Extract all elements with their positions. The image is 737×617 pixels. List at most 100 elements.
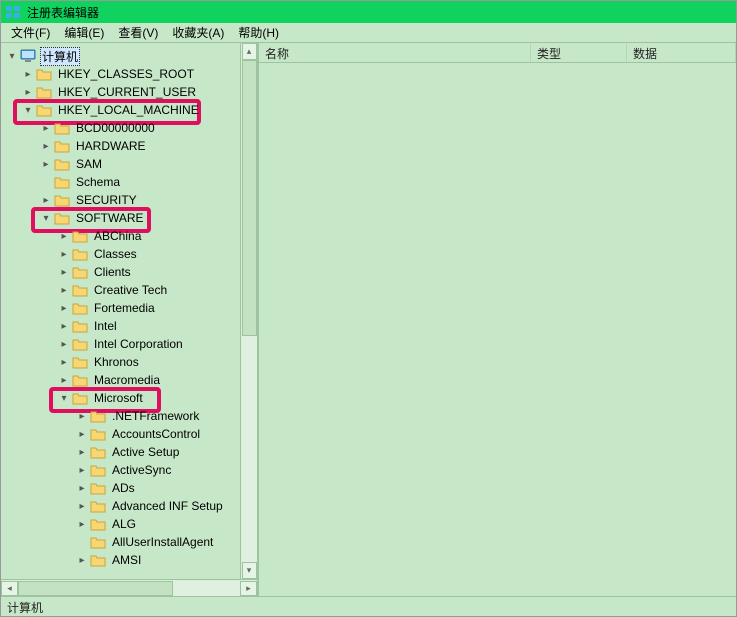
list-pane: 名称 类型 数据 [259, 43, 736, 596]
tree-item-classes[interactable]: ▸ Classes [3, 245, 257, 263]
tree-item-sam[interactable]: ▸ SAM [3, 155, 257, 173]
tree-item-bcd[interactable]: ▸ BCD00000000 [3, 119, 257, 137]
column-data[interactable]: 数据 [627, 43, 736, 62]
expander-icon[interactable]: ▸ [57, 283, 71, 297]
menu-favorites[interactable]: 收藏夹(A) [166, 24, 230, 41]
tree-item-schema[interactable]: ▸ Schema [3, 173, 257, 191]
expander-icon[interactable]: ▸ [75, 427, 89, 441]
tree-item-abchina[interactable]: ▸ ABChina [3, 227, 257, 245]
tree-item-computer[interactable]: ▾ 计算机 [3, 47, 257, 65]
expander-icon[interactable]: ▾ [5, 49, 19, 63]
expander-icon[interactable]: ▸ [57, 319, 71, 333]
tree-item-netframework[interactable]: ▸ .NETFramework [3, 407, 257, 425]
tree-item-alg[interactable]: ▸ ALG [3, 515, 257, 533]
scroll-up-icon[interactable]: ▴ [242, 43, 257, 60]
tree-label: Classes [92, 247, 139, 261]
folder-icon [72, 265, 88, 279]
tree-item-amsi[interactable]: ▸ AMSI [3, 551, 257, 569]
tree-label: SAM [74, 157, 104, 171]
tree-item-hkcr[interactable]: ▸ HKEY_CLASSES_ROOT [3, 65, 257, 83]
tree-item-security[interactable]: ▸ SECURITY [3, 191, 257, 209]
folder-icon [72, 337, 88, 351]
expander-icon[interactable]: ▸ [57, 337, 71, 351]
tree-item-ads[interactable]: ▸ ADs [3, 479, 257, 497]
tree-item-intelcorp[interactable]: ▸ Intel Corporation [3, 335, 257, 353]
expander-icon[interactable]: ▾ [57, 391, 71, 405]
expander-icon[interactable]: ▸ [57, 355, 71, 369]
tree-horizontal-scrollbar[interactable]: ◂ ▸ [1, 579, 257, 596]
expander-icon[interactable]: ▸ [57, 373, 71, 387]
folder-icon [90, 445, 106, 459]
expander-icon[interactable]: ▸ [75, 517, 89, 531]
expander-icon[interactable]: ▸ [75, 409, 89, 423]
scroll-thumb[interactable] [18, 581, 173, 596]
expander-icon[interactable]: ▸ [39, 157, 53, 171]
folder-icon [90, 463, 106, 477]
scroll-track[interactable] [18, 581, 240, 596]
tree-label: Microsoft [92, 391, 145, 405]
expander-icon[interactable]: ▸ [75, 499, 89, 513]
expander-icon[interactable]: ▸ [57, 265, 71, 279]
scroll-right-icon[interactable]: ▸ [240, 581, 257, 596]
tree-label: .NETFramework [110, 409, 201, 423]
folder-icon [72, 373, 88, 387]
expander-icon[interactable]: ▸ [39, 139, 53, 153]
menu-file[interactable]: 文件(F) [5, 24, 56, 41]
expander-icon[interactable]: ▾ [39, 211, 53, 225]
scroll-left-icon[interactable]: ◂ [1, 581, 18, 596]
expander-icon[interactable]: ▾ [21, 103, 35, 117]
tree-item-macromedia[interactable]: ▸ Macromedia [3, 371, 257, 389]
scroll-track[interactable] [242, 60, 257, 562]
app-icon [5, 4, 21, 20]
tree-label: ALG [110, 517, 138, 531]
expander-icon[interactable]: ▸ [39, 193, 53, 207]
tree-item-creativetech[interactable]: ▸ Creative Tech [3, 281, 257, 299]
folder-icon [90, 427, 106, 441]
tree-item-microsoft[interactable]: ▾ Microsoft [3, 389, 257, 407]
tree-scroll[interactable]: ▾ 计算机 ▸ HKEY_CLASSES_ROOT ▸ HKEY_CURRENT… [1, 43, 257, 579]
expander-icon[interactable]: ▸ [39, 121, 53, 135]
tree-label: ADs [110, 481, 137, 495]
tree-item-hardware[interactable]: ▸ HARDWARE [3, 137, 257, 155]
folder-icon [36, 67, 52, 81]
expander-icon[interactable]: ▸ [57, 301, 71, 315]
computer-icon [20, 49, 36, 63]
tree-item-fortemedia[interactable]: ▸ Fortemedia [3, 299, 257, 317]
tree-pane: ▾ 计算机 ▸ HKEY_CLASSES_ROOT ▸ HKEY_CURRENT… [1, 43, 259, 596]
tree-item-activesetup[interactable]: ▸ Active Setup [3, 443, 257, 461]
list-body[interactable] [259, 63, 736, 596]
expander-icon[interactable]: ▸ [75, 445, 89, 459]
tree-item-activesync[interactable]: ▸ ActiveSync [3, 461, 257, 479]
tree-item-khronos[interactable]: ▸ Khronos [3, 353, 257, 371]
tree-label: Macromedia [92, 373, 162, 387]
tree-item-hklm[interactable]: ▾ HKEY_LOCAL_MACHINE [3, 101, 257, 119]
expander-icon[interactable]: ▸ [75, 481, 89, 495]
menubar: 文件(F) 编辑(E) 查看(V) 收藏夹(A) 帮助(H) [1, 23, 736, 43]
column-type[interactable]: 类型 [531, 43, 627, 62]
tree-item-advancedinf[interactable]: ▸ Advanced INF Setup [3, 497, 257, 515]
tree-item-alluserinstallagent[interactable]: ▸ AllUserInstallAgent [3, 533, 257, 551]
tree-label: Creative Tech [92, 283, 169, 297]
tree-item-intel[interactable]: ▸ Intel [3, 317, 257, 335]
tree-label: ABChina [92, 229, 143, 243]
menu-help[interactable]: 帮助(H) [232, 24, 285, 41]
folder-icon [90, 409, 106, 423]
tree-vertical-scrollbar[interactable]: ▴ ▾ [240, 43, 257, 579]
tree-item-accountscontrol[interactable]: ▸ AccountsControl [3, 425, 257, 443]
scroll-down-icon[interactable]: ▾ [242, 562, 257, 579]
tree-item-clients[interactable]: ▸ Clients [3, 263, 257, 281]
tree-item-software[interactable]: ▾ SOFTWARE [3, 209, 257, 227]
expander-icon[interactable]: ▸ [75, 553, 89, 567]
expander-icon[interactable]: ▸ [57, 229, 71, 243]
expander-icon[interactable]: ▸ [21, 67, 35, 81]
expander-icon[interactable]: ▸ [57, 247, 71, 261]
tree-item-hkcu[interactable]: ▸ HKEY_CURRENT_USER [3, 83, 257, 101]
expander-icon[interactable]: ▸ [21, 85, 35, 99]
scroll-thumb[interactable] [242, 60, 257, 336]
titlebar[interactable]: 注册表编辑器 [1, 1, 736, 23]
column-name[interactable]: 名称 [259, 43, 531, 62]
menu-view[interactable]: 查看(V) [112, 24, 164, 41]
folder-icon [72, 301, 88, 315]
expander-icon[interactable]: ▸ [75, 463, 89, 477]
menu-edit[interactable]: 编辑(E) [58, 24, 110, 41]
